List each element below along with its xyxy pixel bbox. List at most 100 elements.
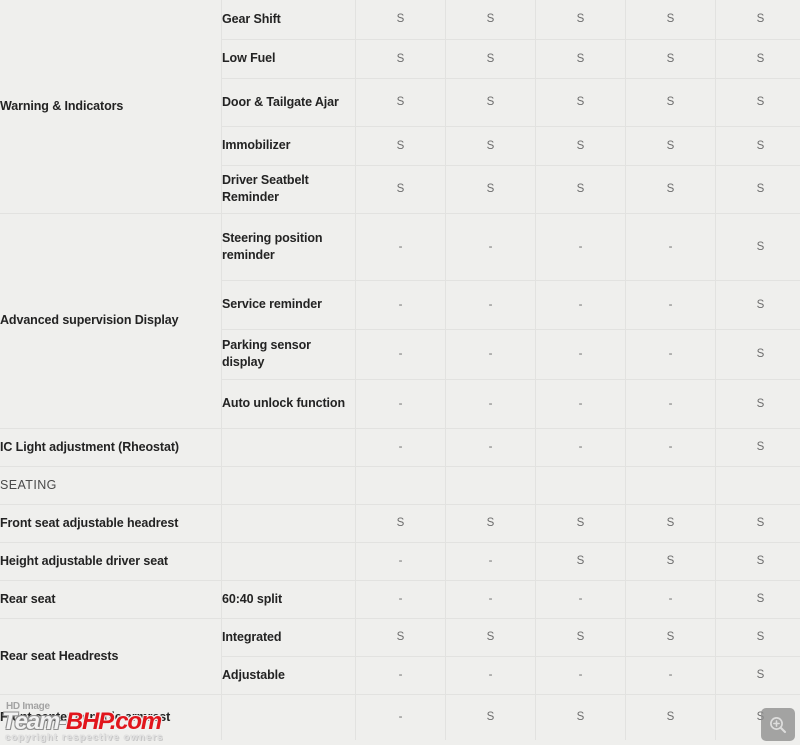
value-cell-variant-5: S <box>715 212 800 280</box>
value-cell-variant-4: S <box>625 38 716 78</box>
value-cell-variant-1: - <box>355 427 446 466</box>
value-cell-variant-5: S <box>715 427 800 466</box>
value-cell-variant-5: S <box>715 164 800 213</box>
feature-group-cell: Rear seat Headrests <box>0 617 222 694</box>
value-cell-variant-2: S <box>445 503 536 542</box>
value-cell-variant-4: - <box>625 378 716 428</box>
value-cell-variant-2: - <box>445 328 536 379</box>
table-row: Rear seat 60:40 split - - - - S <box>0 579 800 618</box>
feature-detail-cell: Service reminder <box>221 279 356 329</box>
value-cell-variant-3: S <box>535 503 626 542</box>
section-header-seating: SEATING <box>0 465 222 504</box>
value-cell-variant-1: S <box>355 0 446 39</box>
table-row: Height adjustable driver seat - - S S S <box>0 541 800 580</box>
feature-detail-cell <box>221 503 356 542</box>
value-cell-variant-1: S <box>355 503 446 542</box>
value-cell-variant-4: S <box>625 541 716 580</box>
value-cell-variant-2: S <box>445 0 536 39</box>
feature-detail-cell: Gear Shift <box>221 0 356 39</box>
feature-group-cell: IC Light adjustment (Rheostat) <box>0 427 222 466</box>
table-body: Warning & Indicators Gear Shift S S S S … <box>0 0 800 740</box>
value-cell-variant-5: S <box>715 125 800 165</box>
feature-detail-cell: Adjustable <box>221 655 356 694</box>
section-header-row: SEATING <box>0 465 800 504</box>
value-cell-variant-5: S <box>715 328 800 379</box>
table-row: Warning & Indicators Gear Shift S S S S … <box>0 0 800 213</box>
value-cell-variant-5: S <box>715 655 800 694</box>
feature-detail-cell: Door & Tailgate Ajar <box>221 77 356 126</box>
value-cell-variant-3: - <box>535 655 626 694</box>
value-cell-variant-3: S <box>535 541 626 580</box>
feature-detail-cell: Integrated <box>221 617 356 656</box>
feature-detail-cell: 60:40 split <box>221 579 356 618</box>
section-blank-variant-2 <box>445 465 536 504</box>
feature-group-cell: Height adjustable driver seat <box>0 541 222 580</box>
value-cell-variant-3: S <box>535 617 626 656</box>
value-cell-variant-4: S <box>625 164 716 213</box>
feature-group-cell: Front seat adjustable headrest <box>0 503 222 542</box>
feature-detail-cell: Driver Seatbelt Reminder <box>221 164 356 213</box>
table-row: Front center console armrest - S S S S <box>0 693 800 740</box>
value-cell-variant-1: S <box>355 77 446 126</box>
value-cell-variant-4: S <box>625 503 716 542</box>
value-cell-variant-4: - <box>625 212 716 280</box>
value-cell-variant-2: - <box>445 655 536 694</box>
feature-detail-cell: Steering position reminder <box>221 212 356 280</box>
value-cell-variant-3: - <box>535 378 626 428</box>
value-cell-variant-4: S <box>625 617 716 656</box>
value-cell-variant-3: S <box>535 38 626 78</box>
feature-detail-cell: Immobilizer <box>221 125 356 165</box>
value-cell-variant-1: - <box>355 693 446 740</box>
value-cell-variant-4: S <box>625 125 716 165</box>
value-cell-variant-1: - <box>355 541 446 580</box>
value-cell-variant-2: - <box>445 541 536 580</box>
value-cell-variant-1: S <box>355 617 446 656</box>
value-cell-variant-5: S <box>715 77 800 126</box>
zoom-in-button[interactable] <box>761 708 795 741</box>
value-cell-variant-2: S <box>445 164 536 213</box>
value-cell-variant-4: S <box>625 693 716 740</box>
value-cell-variant-3: - <box>535 279 626 329</box>
table-row: IC Light adjustment (Rheostat) - - - - S <box>0 427 800 466</box>
feature-detail-cell <box>221 427 356 466</box>
value-cell-variant-3: - <box>535 427 626 466</box>
value-cell-variant-5: S <box>715 0 800 39</box>
value-cell-variant-5: S <box>715 579 800 618</box>
value-cell-variant-3: S <box>535 77 626 126</box>
value-cell-variant-1: S <box>355 38 446 78</box>
value-cell-variant-2: S <box>445 38 536 78</box>
value-cell-variant-3: S <box>535 693 626 740</box>
value-cell-variant-2: - <box>445 279 536 329</box>
value-cell-variant-2: - <box>445 378 536 428</box>
value-cell-variant-1: - <box>355 655 446 694</box>
value-cell-variant-2: - <box>445 212 536 280</box>
value-cell-variant-1: - <box>355 279 446 329</box>
value-cell-variant-5: S <box>715 279 800 329</box>
value-cell-variant-4: - <box>625 655 716 694</box>
value-cell-variant-3: S <box>535 164 626 213</box>
value-cell-variant-1: - <box>355 579 446 618</box>
value-cell-variant-2: - <box>445 579 536 618</box>
feature-comparison-table: Warning & Indicators Gear Shift S S S S … <box>0 0 800 740</box>
value-cell-variant-1: - <box>355 378 446 428</box>
zoom-in-icon <box>768 715 788 735</box>
value-cell-variant-4: - <box>625 279 716 329</box>
value-cell-variant-3: - <box>535 328 626 379</box>
value-cell-variant-4: S <box>625 77 716 126</box>
value-cell-variant-3: - <box>535 212 626 280</box>
value-cell-variant-5: S <box>715 541 800 580</box>
feature-comparison-table-container: Warning & Indicators Gear Shift S S S S … <box>0 0 800 745</box>
feature-detail-cell: Auto unlock function <box>221 378 356 428</box>
value-cell-variant-2: - <box>445 427 536 466</box>
value-cell-variant-5: S <box>715 378 800 428</box>
value-cell-variant-3: S <box>535 125 626 165</box>
value-cell-variant-2: S <box>445 77 536 126</box>
section-blank-detail <box>221 465 356 504</box>
value-cell-variant-4: - <box>625 328 716 379</box>
feature-group-cell: Front center console armrest <box>0 693 222 740</box>
value-cell-variant-2: S <box>445 125 536 165</box>
table-row: Rear seat Headrests Integrated S S S S S <box>0 617 800 694</box>
value-cell-variant-1: S <box>355 164 446 213</box>
section-blank-variant-3 <box>535 465 626 504</box>
feature-detail-cell: Low Fuel <box>221 38 356 78</box>
